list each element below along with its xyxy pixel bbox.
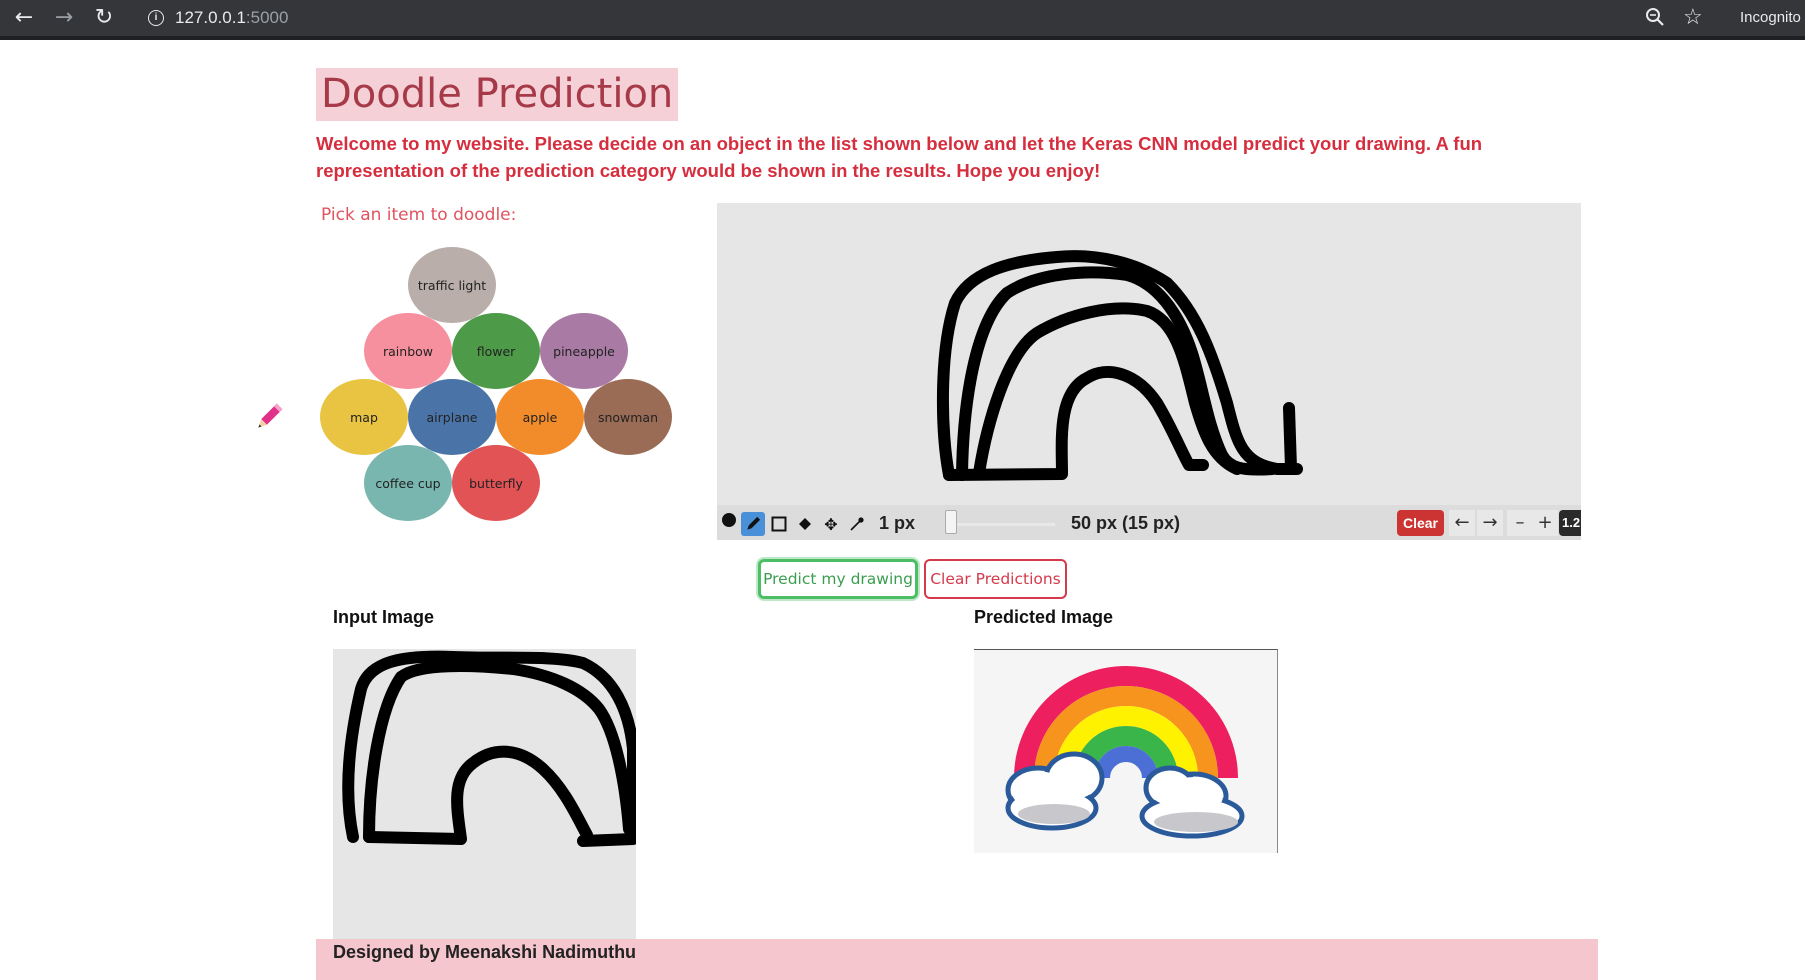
zoom-level-badge[interactable]: 1.2 <box>1559 510 1581 536</box>
size-slider-thumb[interactable] <box>945 510 957 534</box>
browser-toolbar: ← → ↻ i 127.0.0.1:5000 ☆ Incognito <box>0 0 1805 40</box>
item-bubble-flower[interactable]: flower <box>452 313 540 389</box>
input-image <box>333 649 636 939</box>
info-icon[interactable]: i <box>148 10 164 26</box>
zoom-in-button[interactable]: + <box>1532 510 1558 536</box>
clear-canvas-button[interactable]: Clear <box>1397 510 1444 536</box>
predicted-image-label: Predicted Image <box>974 607 1114 627</box>
item-label: snowman <box>597 409 659 425</box>
item-bubble-snowman[interactable]: snowman <box>584 379 672 455</box>
drawing-canvas[interactable] <box>717 203 1581 505</box>
incognito-label[interactable]: Incognito <box>1740 9 1801 26</box>
pen-size-readout: 1 px <box>879 513 916 533</box>
item-label: flower <box>476 343 516 359</box>
item-label: airplane <box>426 409 478 425</box>
item-label: map <box>350 409 378 425</box>
item-bubble-pineapple[interactable]: pineapple <box>540 313 628 389</box>
item-bubble-butterfly[interactable]: butterfly <box>452 445 540 521</box>
welcome-text: Welcome to my website. Please decide on … <box>316 133 1483 181</box>
footer-credit: Designed by Meenakshi Nadimuthu <box>333 942 637 962</box>
size-slider-track[interactable] <box>945 523 1055 526</box>
item-label: pineapple <box>553 343 615 359</box>
url-text: 127.0.0.1:5000 <box>175 8 289 27</box>
item-label: butterfly <box>469 475 523 491</box>
item-bubble-map[interactable]: map <box>320 379 408 455</box>
forward-arrow-icon[interactable]: → <box>48 2 80 34</box>
item-label: apple <box>522 409 558 425</box>
canvas-toolbar: ✥ 1 px 50 px (15 px) Clear ← → – + 1.2 <box>717 505 1581 540</box>
pencil-cursor-icon <box>252 400 286 439</box>
pick-item-label: Pick an item to doodle: <box>321 205 517 225</box>
item-bubble-airplane[interactable]: airplane <box>408 379 496 455</box>
item-label: rainbow <box>383 343 433 359</box>
brush-size-readout: 50 px (15 px) <box>1071 513 1181 533</box>
input-image-label: Input Image <box>333 607 435 627</box>
pencil-tool-icon[interactable] <box>741 512 765 536</box>
item-label: traffic light <box>417 277 487 293</box>
footer: Designed by Meenakshi Nadimuthu <box>316 939 1598 980</box>
reload-icon[interactable]: ↻ <box>88 2 120 34</box>
item-bubble-rainbow[interactable]: rainbow <box>364 313 452 389</box>
item-bubble-traffic-light[interactable]: traffic light <box>408 247 496 323</box>
eyedropper-tool-icon[interactable] <box>845 512 869 536</box>
color-swatch-icon[interactable] <box>722 513 736 527</box>
eraser-tool-icon[interactable] <box>793 512 817 536</box>
zoom-out-button[interactable]: – <box>1507 510 1533 536</box>
rectangle-tool-icon[interactable] <box>767 512 791 536</box>
clear-predictions-button[interactable]: Clear Predictions <box>924 559 1067 599</box>
zoom-icon[interactable] <box>1644 6 1666 33</box>
item-label: coffee cup <box>375 475 441 491</box>
back-arrow-icon[interactable]: ← <box>8 2 40 34</box>
input-doodle-strokes <box>342 650 636 847</box>
item-bubble-coffee-cup[interactable]: coffee cup <box>364 445 452 521</box>
redo-arrow-icon[interactable]: → <box>1477 510 1503 536</box>
page-title: Doodle Prediction <box>316 68 679 121</box>
doodle-strokes <box>936 250 1303 481</box>
bookmark-star-icon[interactable]: ☆ <box>1683 4 1703 30</box>
item-bubble-apple[interactable]: apple <box>496 379 584 455</box>
pan-tool-icon[interactable]: ✥ <box>819 512 843 536</box>
undo-arrow-icon[interactable]: ← <box>1449 510 1475 536</box>
predicted-image <box>974 649 1278 853</box>
rainbow-image-icon <box>1005 666 1245 839</box>
predict-drawing-button[interactable]: Predict my drawing <box>758 559 918 599</box>
